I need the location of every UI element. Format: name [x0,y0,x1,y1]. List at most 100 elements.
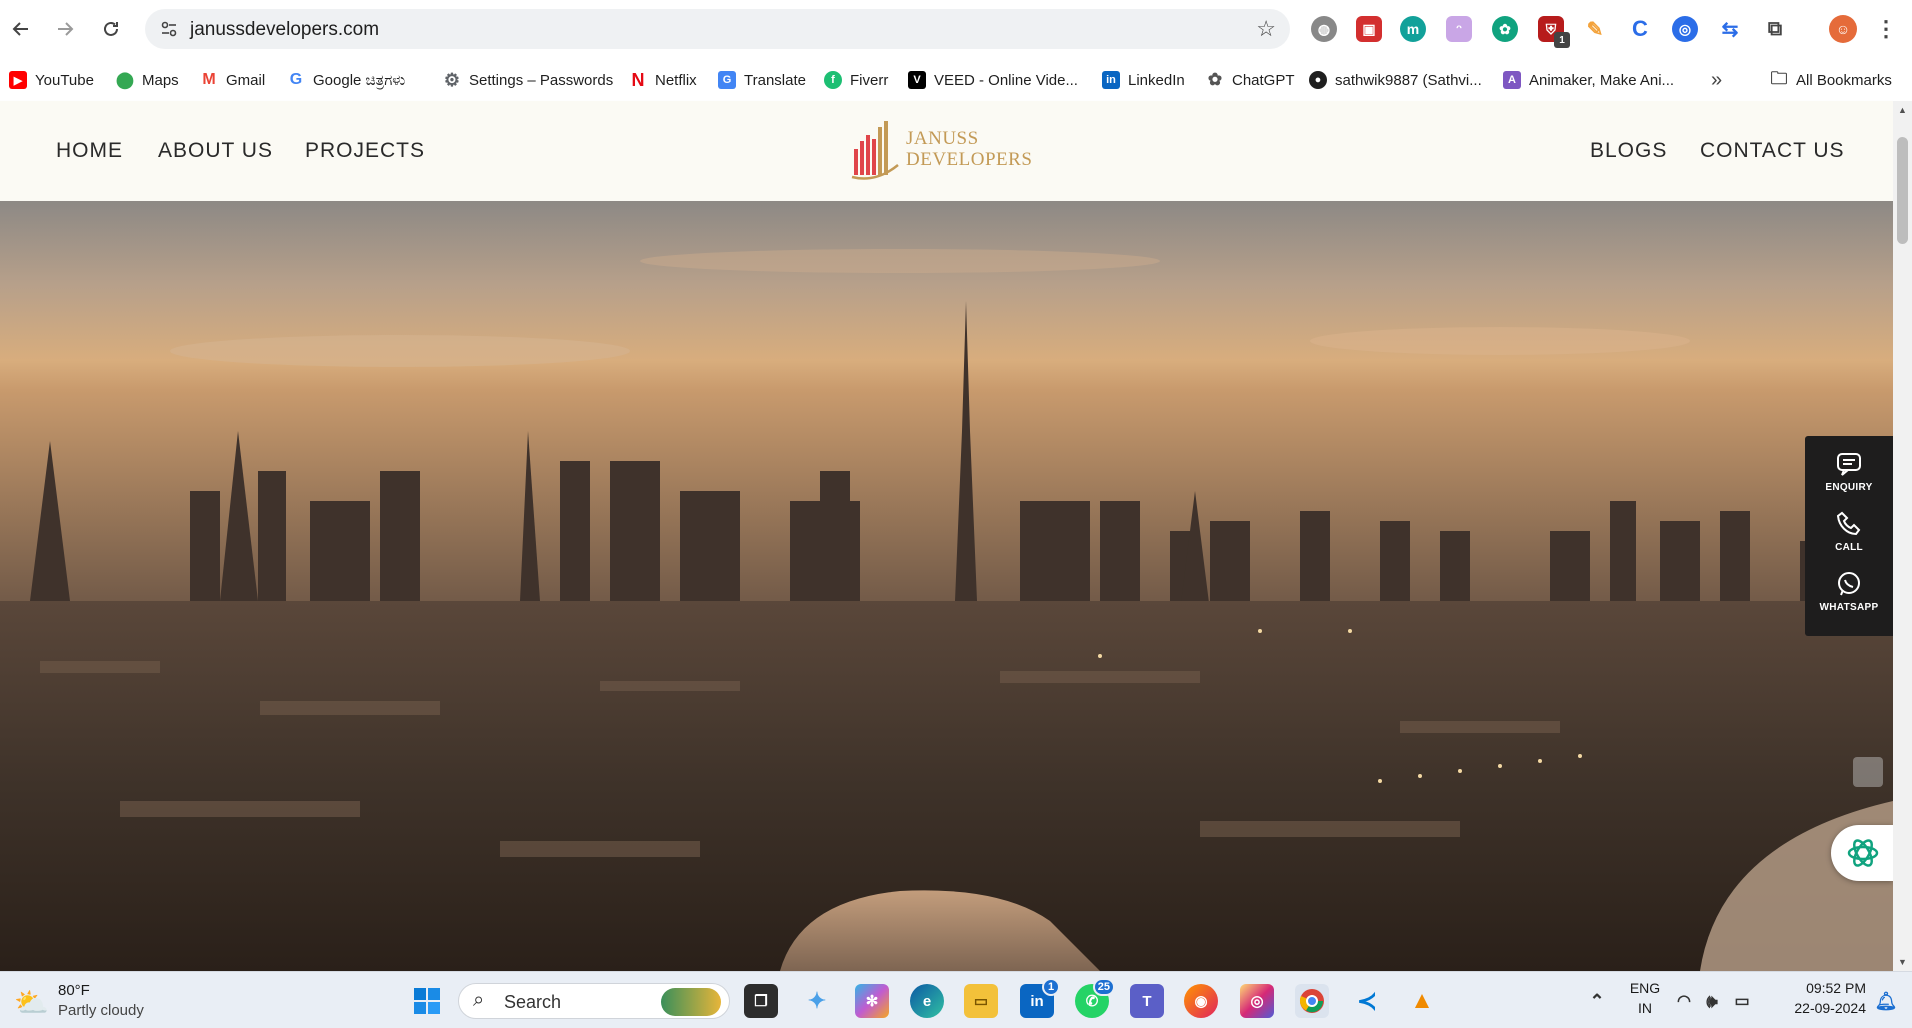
battery-icon[interactable]: ▭ [1730,984,1754,1018]
bookmark-animaker[interactable]: A Animaker, Make Ani... [1503,59,1674,101]
start-button[interactable] [410,984,444,1018]
bookmark-settings-passwords[interactable]: ⚙ Settings – Passwords [443,59,613,101]
teams-icon[interactable]: T [1130,984,1164,1018]
weather-widget[interactable]: ⛅ 80°F Partly cloudy [14,980,164,1022]
scroll-thumb[interactable] [1897,137,1908,244]
browser-toolbar: janussdevelopers.com ☆ ◍ ▣ m ᵔ ✿ ⛨ 1 ✎ C… [0,0,1912,59]
bookmark-youtube[interactable]: ▶ YouTube [9,59,94,101]
bookmark-veed[interactable]: V VEED - Online Vide... [908,59,1078,101]
bookmark-label: LinkedIn [1128,71,1185,89]
bookmark-fiverr[interactable]: f Fiverr [824,59,888,101]
linkedin-icon: in [1102,71,1120,89]
vlc-icon[interactable]: ▲ [1405,984,1439,1018]
all-bookmarks-button[interactable]: 🗀 All Bookmarks [1770,59,1892,101]
clock[interactable]: 09:52 PM 22-09-2024 [1776,980,1866,1022]
extension-badge: 1 [1554,32,1570,48]
bookmark-label: VEED - Online Vide... [934,71,1078,89]
puzzle-extensions-icon[interactable]: ⧉ [1762,16,1788,42]
reload-button[interactable] [94,12,128,46]
bookmark-translate[interactable]: G Translate [718,59,806,101]
copilot-icon[interactable]: ✻ [855,984,889,1018]
linkedin-app-icon[interactable]: in 1 [1020,978,1060,1018]
chrome-app-icon[interactable] [1295,984,1329,1018]
back-button[interactable] [4,12,38,46]
c-extension-icon[interactable]: C [1627,16,1653,42]
collapsed-widget-icon[interactable] [1853,757,1883,787]
file-explorer-icon[interactable]: ▭ [964,984,998,1018]
taskbar-search[interactable]: ⌕ Search [458,983,730,1019]
browser-menu-icon[interactable]: ⋮ [1873,16,1899,42]
bookmark-label: YouTube [35,71,94,89]
translate-extension-icon[interactable]: ⇆ [1717,16,1743,42]
netflix-icon: N [631,69,645,90]
bookmarks-bar: ▶ YouTube ⬤ Maps M Gmail G Google ಚಿತ್ರಗ… [0,59,1912,101]
red-extension-icon[interactable]: ▣ [1356,16,1382,42]
chatbot-knot-icon [1847,839,1879,867]
widgets-icon[interactable]: ✦ [800,984,834,1018]
notification-bell-icon[interactable]: 🔔︎ [1872,984,1900,1018]
nav-contact-us[interactable]: CONTACT US [1700,139,1845,163]
language-indicator[interactable]: ENG IN [1625,980,1665,1022]
face-extension-icon[interactable]: ᵔ [1446,16,1472,42]
enquiry-button[interactable]: ENQUIRY [1805,444,1893,504]
youtube-icon: ▶ [9,71,27,89]
bookmark-label: Maps [142,71,179,89]
more-bookmarks-chevron-icon[interactable]: » [1711,59,1722,101]
call-button[interactable]: CALL [1805,504,1893,564]
logo-text-line2: DEVELOPERS [906,149,1033,170]
bookmark-label: Fiverr [850,71,889,89]
windows-logo-icon [414,988,440,1014]
edge-browser-icon[interactable]: e [910,984,944,1018]
globe-extension-icon[interactable]: ◍ [1311,16,1337,42]
task-view-icon[interactable]: ❐ [744,984,778,1018]
bookmark-chatgpt[interactable]: ✿ ChatGPT [1206,59,1295,101]
bookmark-maps[interactable]: ⬤ Maps [116,59,179,101]
nav-blogs[interactable]: BLOGS [1590,139,1667,163]
target-extension-icon[interactable]: ◎ [1672,16,1698,42]
bookmark-label: Settings – Passwords [469,71,614,89]
site-logo[interactable]: JANUSS DEVELOPERS [850,115,1033,185]
nav-home[interactable]: HOME [56,139,123,163]
show-hidden-icons-chevron-icon[interactable]: ⌃ [1580,984,1614,1018]
site-info-icon[interactable] [155,15,183,43]
enquiry-label: ENQUIRY [1825,482,1873,493]
arrow-left-icon [12,22,28,36]
bookmark-netflix[interactable]: N Netflix [629,59,697,101]
volume-icon[interactable]: 🕪 [1700,984,1724,1018]
bookmark-linkedin[interactable]: in LinkedIn [1102,59,1185,101]
side-action-bar: ENQUIRY CALL WHATSAPP [1805,436,1893,636]
chatgpt-extension-icon[interactable]: ✿ [1492,16,1518,42]
shield-extension-icon[interactable]: ⛨ 1 [1538,16,1570,48]
m-extension-icon[interactable]: m [1400,16,1426,42]
instagram-icon[interactable]: ◎ [1240,984,1274,1018]
firefox-icon[interactable]: ◉ [1184,984,1218,1018]
whatsapp-app-icon[interactable]: ✆ 25 [1075,978,1115,1018]
forward-button[interactable] [48,12,82,46]
bookmark-star-icon[interactable]: ☆ [1256,16,1276,42]
scroll-up-icon[interactable]: ▲ [1897,105,1908,115]
clock-date: 22-09-2024 [1794,1000,1866,1016]
whatsapp-icon [1838,572,1860,596]
bookmark-label: Animaker, Make Ani... [1529,71,1675,89]
bookmark-github[interactable]: ● sathwik9887 (Sathvi... [1309,59,1482,101]
bookmark-google-images[interactable]: G Google ಚಿತ್ರಗಳು [287,59,405,101]
maps-icon: ⬤ [116,72,134,89]
veed-icon: V [908,71,926,89]
phone-icon [1836,511,1861,536]
nav-projects[interactable]: PROJECTS [305,139,425,163]
profile-avatar[interactable]: ☺ [1829,15,1857,43]
scroll-down-icon[interactable]: ▼ [1897,957,1908,967]
page-scrollbar[interactable]: ▲ ▼ [1893,101,1912,971]
wifi-icon[interactable]: ◠ [1672,984,1696,1018]
pen-extension-icon[interactable]: ✎ [1582,16,1608,42]
chatbot-button[interactable] [1831,825,1893,881]
all-bookmarks-label: All Bookmarks [1796,71,1892,89]
address-bar[interactable]: janussdevelopers.com ☆ [145,9,1290,49]
clock-time: 09:52 PM [1806,980,1866,996]
whatsapp-button[interactable]: WHATSAPP [1805,564,1893,624]
vscode-icon[interactable]: ≺ [1350,984,1384,1018]
call-label: CALL [1835,542,1863,553]
nav-about-us[interactable]: ABOUT US [158,139,273,163]
reload-icon [104,21,118,36]
bookmark-gmail[interactable]: M Gmail [200,59,265,101]
